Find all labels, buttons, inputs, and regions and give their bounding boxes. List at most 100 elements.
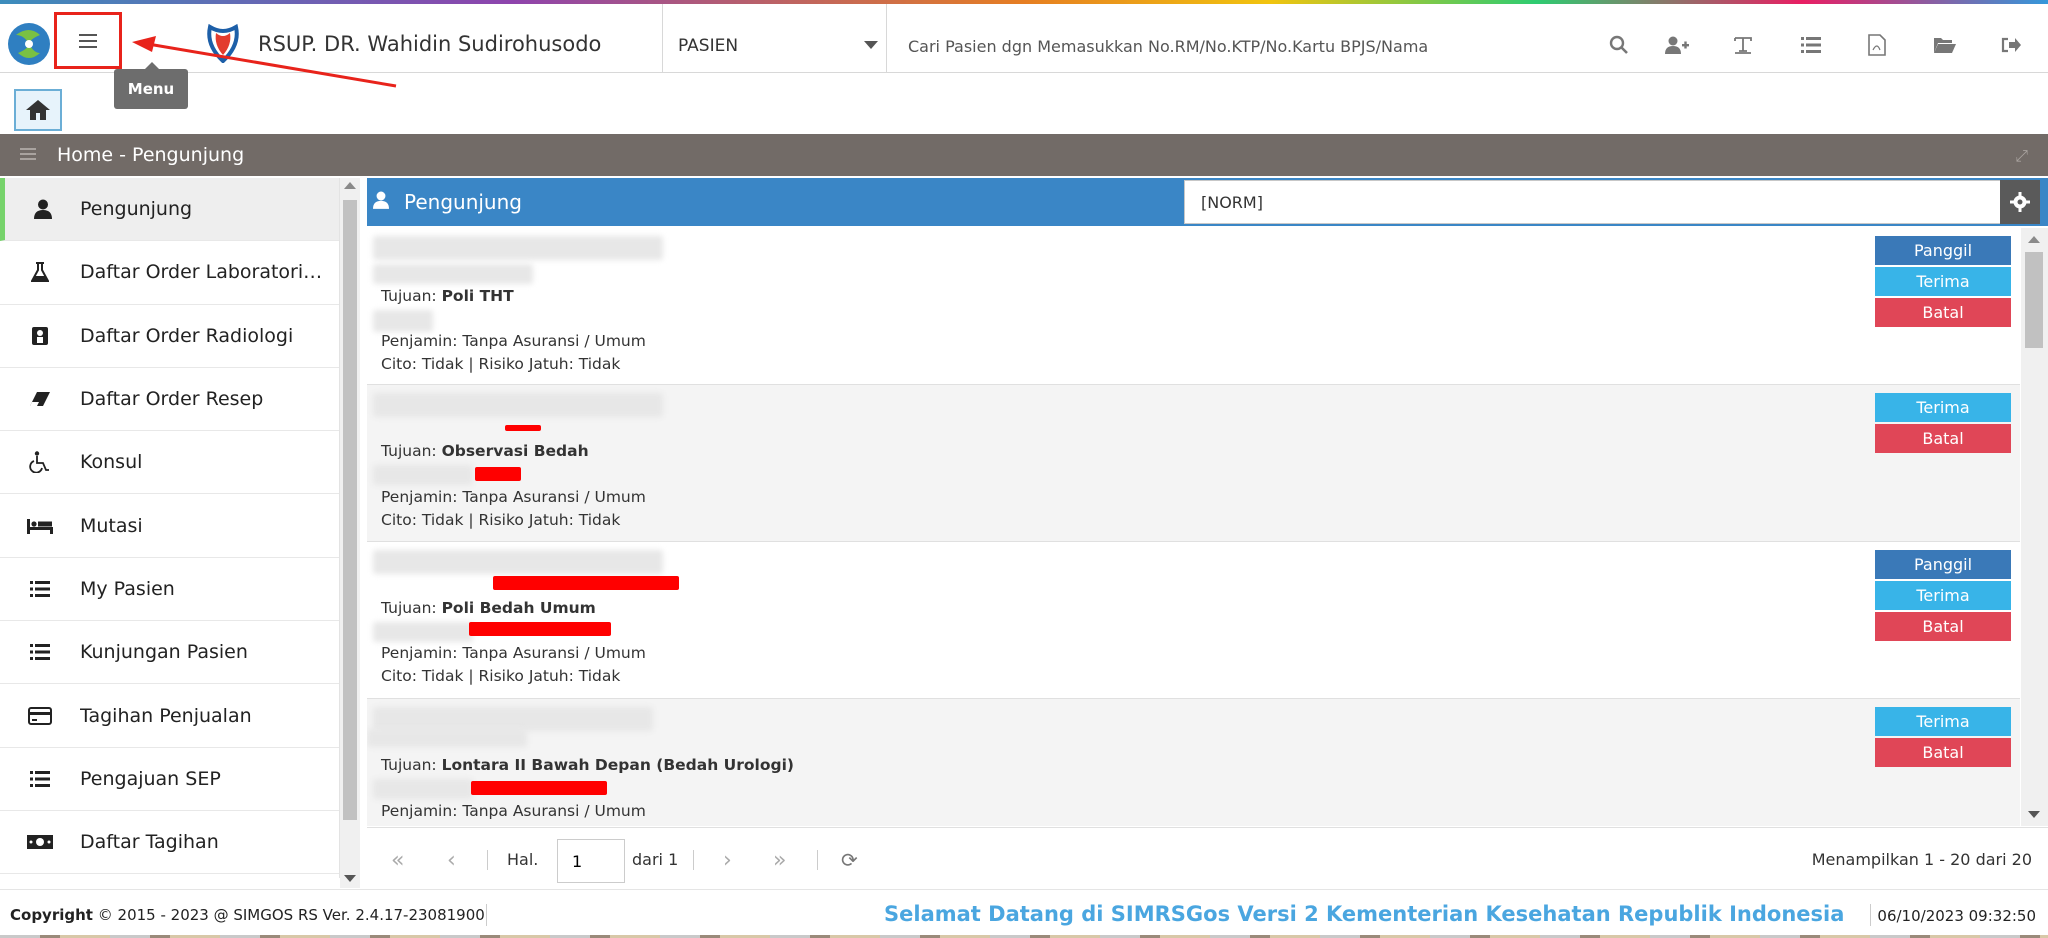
sidebar-item-label: Konsul (80, 451, 143, 474)
redacted-name (373, 707, 653, 731)
app-logo-icon (8, 23, 50, 65)
refresh-icon[interactable]: ⟳ (841, 848, 858, 872)
datetime: 06/10/2023 09:32:50 (1877, 907, 2036, 925)
bed-icon (0, 518, 80, 534)
settings-button[interactable] (2000, 180, 2040, 224)
user-icon (373, 191, 389, 214)
redacted-name (373, 550, 663, 574)
row-actions: Terima Batal (1875, 393, 2011, 455)
sidebar-item-daftar-tagihan[interactable]: Daftar Tagihan (0, 811, 339, 875)
terima-button[interactable]: Terima (1875, 267, 2011, 296)
gear-icon (2010, 192, 2030, 212)
expand-icon[interactable]: ⤢ (2015, 146, 2028, 166)
scrollbar-thumb[interactable] (2025, 252, 2043, 348)
batal-button[interactable]: Batal (1875, 424, 2011, 453)
panggil-button[interactable]: Panggil (1875, 236, 2011, 265)
logout-icon[interactable] (1996, 30, 2026, 60)
welcome-marquee: Selamat Datang di SIMRSGos Versi 2 Kemen… (884, 902, 1845, 926)
prev-page-icon[interactable]: ‹ (447, 848, 456, 873)
copyright-icon: © (97, 906, 113, 924)
sidebar-scrollbar[interactable] (340, 178, 360, 888)
pdf-icon[interactable] (1862, 30, 1892, 60)
norm-search-input[interactable] (1185, 181, 2025, 223)
scroll-up-icon[interactable] (344, 182, 356, 189)
redaction-mark (475, 467, 521, 481)
list-icon (0, 580, 80, 598)
row-tujuan: Tujuan: Poli THT (381, 287, 514, 305)
redacted-name (373, 393, 663, 417)
scroll-down-icon[interactable] (344, 875, 356, 882)
list-item[interactable]: Tujuan: Lontara II Bawah Depan (Bedah Ur… (367, 699, 2020, 826)
sidebar-item-pengajuan-sep[interactable]: Pengajuan SEP (0, 748, 339, 811)
sidebar-menu: Pengunjung Daftar Order Laboratorium Daf… (0, 178, 340, 878)
sidebar-item-tagihan-penjualan[interactable]: Tagihan Penjualan (0, 684, 339, 748)
sidebar-item-pengunjung[interactable]: Pengunjung (0, 178, 339, 242)
terima-button[interactable]: Terima (1875, 707, 2011, 736)
redacted-info (373, 465, 473, 485)
next-page-icon[interactable]: › (723, 848, 732, 873)
hamburger-icon[interactable] (20, 148, 36, 160)
credit-card-icon (0, 706, 80, 725)
sidebar-item-label: Tagihan Penjualan (80, 704, 252, 727)
scrollbar-thumb[interactable] (343, 200, 357, 820)
header-divider (662, 4, 663, 73)
batal-button[interactable]: Batal (1875, 612, 2011, 641)
terima-button[interactable]: Terima (1875, 393, 2011, 422)
record-count: Menampilkan 1 - 20 dari 20 (1811, 850, 2032, 869)
add-user-icon[interactable] (1662, 30, 1692, 60)
list-scrollbar[interactable] (2021, 228, 2048, 826)
terima-button[interactable]: Terima (1875, 581, 2011, 610)
row-penjamin: Penjamin: Tanpa Asuransi / Umum (381, 332, 646, 350)
panggil-button[interactable]: Panggil (1875, 550, 2011, 579)
footer: Copyright © 2015 - 2023 @ SIMGOS RS Ver.… (0, 889, 2048, 938)
eraser-icon (0, 391, 80, 407)
first-page-icon[interactable]: « (391, 848, 404, 873)
sidebar-item-mutasi[interactable]: Mutasi (0, 494, 339, 558)
redaction-mark (505, 425, 541, 431)
page-label: Hal. (507, 850, 539, 869)
list-icon (0, 770, 80, 788)
sidebar-item-label: Daftar Order Resep (80, 388, 264, 411)
sidebar-item-daftar-order-resep[interactable]: Daftar Order Resep (0, 368, 339, 432)
breadcrumb: Home - Pengunjung (57, 144, 245, 166)
page-number-input[interactable] (557, 839, 625, 883)
redaction-mark (471, 781, 607, 795)
redacted-info (373, 779, 473, 799)
sidebar-item-label: Pengunjung (80, 198, 193, 221)
folder-open-icon[interactable] (1930, 30, 1960, 60)
list-item[interactable]: Tujuan: Observasi Bedah Penjamin: Tanpa … (367, 385, 2020, 542)
scroll-up-icon[interactable] (2028, 236, 2040, 243)
row-tujuan: Tujuan: Observasi Bedah (381, 442, 589, 460)
sidebar-item-kunjungan-pasien[interactable]: Kunjungan Pasien (0, 621, 339, 685)
list-icon[interactable] (1796, 30, 1826, 60)
patient-type-select[interactable]: PASIEN (664, 4, 884, 73)
batal-button[interactable]: Batal (1875, 738, 2011, 767)
menu-button[interactable] (54, 12, 122, 69)
sidebar-item-daftar-order-radiologi[interactable]: Daftar Order Radiologi (0, 305, 339, 368)
copyright: Copyright © 2015 - 2023 @ SIMGOS RS Ver.… (10, 906, 485, 924)
sidebar-item-my-pasien[interactable]: My Pasien (0, 558, 339, 622)
last-page-icon[interactable]: » (773, 848, 786, 873)
patient-search-input[interactable]: Cari Pasien dgn Memasukkan No.RM/No.KTP/… (908, 37, 1428, 56)
footer-divider (486, 904, 487, 926)
text-icon[interactable] (1728, 30, 1758, 60)
list-item[interactable]: Tujuan: Poli Bedah Umum Penjamin: Tanpa … (367, 542, 2020, 699)
redacted-info (373, 264, 533, 284)
hospital-name: RSUP. DR. Wahidin Sudirohusodo (258, 32, 602, 56)
row-actions: Panggil Terima Batal (1875, 236, 2011, 329)
money-icon (0, 834, 80, 850)
sidebar-item-label: Daftar Order Radiologi (80, 324, 294, 347)
scroll-down-icon[interactable] (2028, 811, 2040, 818)
batal-button[interactable]: Batal (1875, 298, 2011, 327)
row-tujuan: Tujuan: Lontara II Bawah Depan (Bedah Ur… (381, 756, 794, 774)
pager-divider (487, 850, 488, 870)
sidebar-item-konsul[interactable]: Konsul (0, 431, 339, 495)
redacted-info (367, 729, 527, 747)
pager-divider (817, 850, 818, 870)
visitor-list: Tujuan: Poli THT Penjamin: Tanpa Asurans… (367, 228, 2020, 826)
list-item[interactable]: Tujuan: Poli THT Penjamin: Tanpa Asurans… (367, 228, 2020, 385)
sidebar-item-daftar-order-laboratorium[interactable]: Daftar Order Laboratorium (0, 241, 339, 305)
search-icon[interactable] (1604, 30, 1634, 60)
home-button[interactable] (14, 89, 62, 131)
pager-divider (693, 850, 694, 870)
